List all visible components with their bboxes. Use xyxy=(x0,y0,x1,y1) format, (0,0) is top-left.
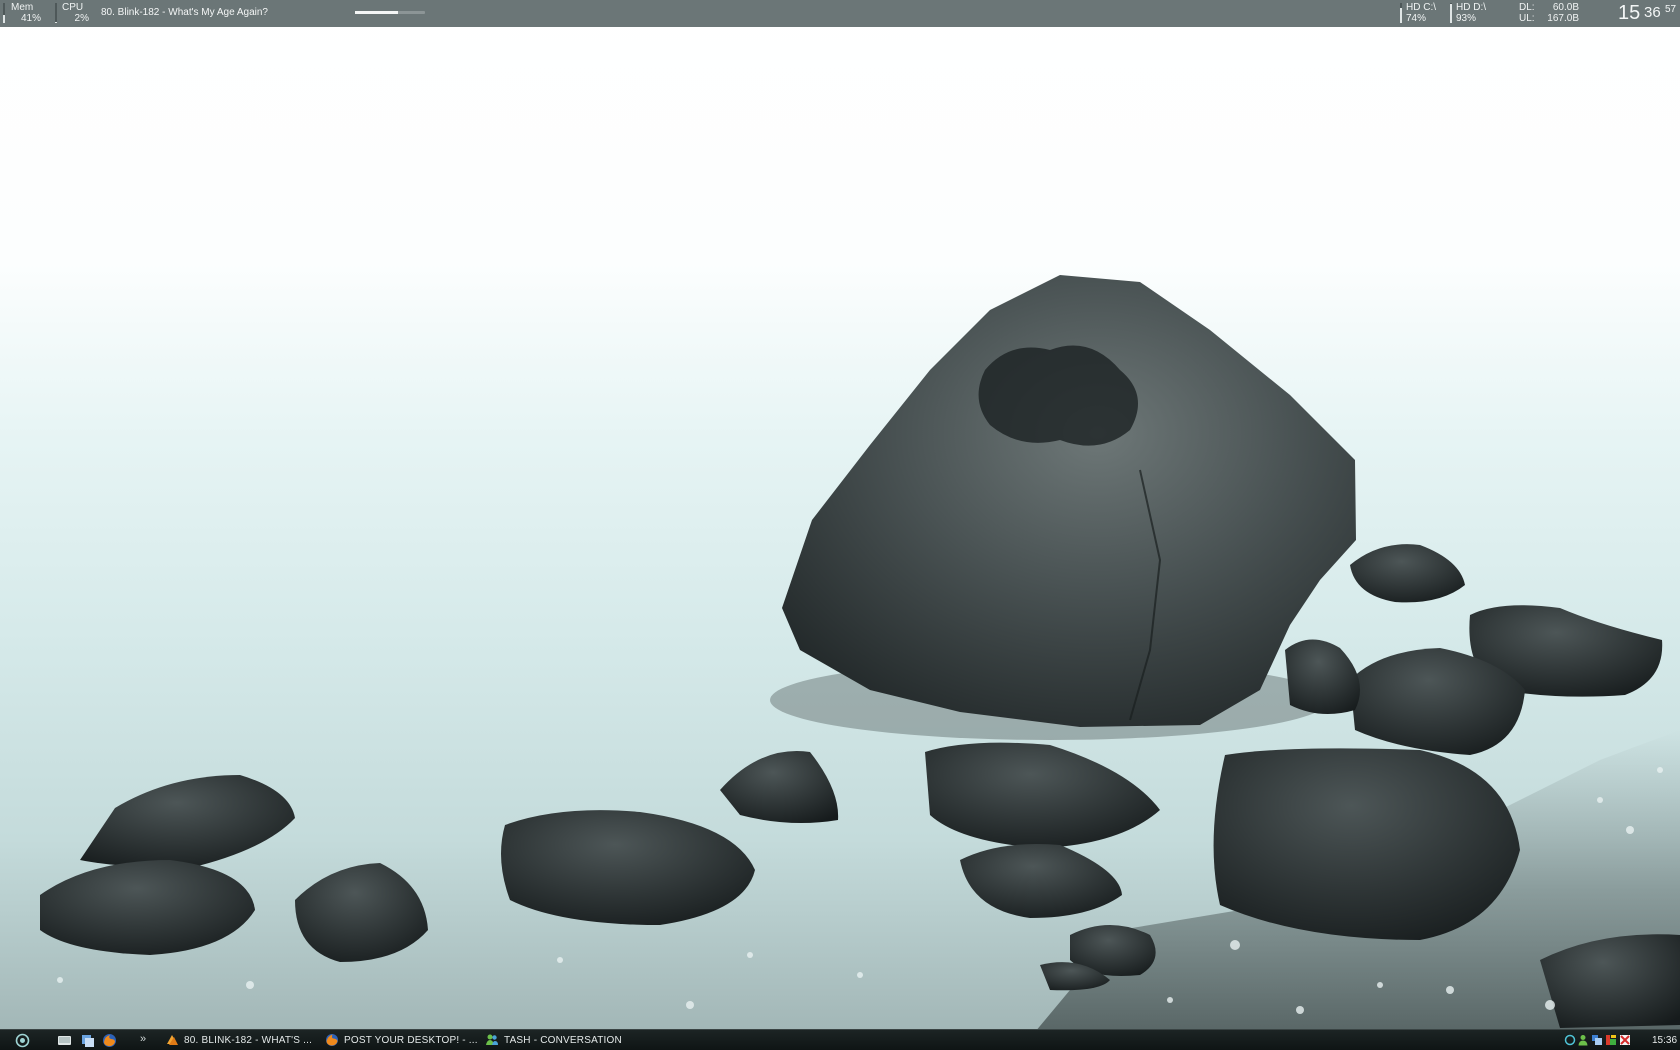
upload-label: UL: xyxy=(1519,13,1535,24)
hd-c-label: HD C:\ xyxy=(1406,2,1436,13)
firefox-icon xyxy=(326,1034,338,1046)
hd-c-meter: HD C:\ 74% xyxy=(1406,2,1436,24)
task-label: POST YOUR DESKTOP! - ... xyxy=(344,1035,478,1046)
task-label: 80. BLINK-182 - WHAT'S ... xyxy=(184,1035,313,1046)
mem-level-bar xyxy=(3,3,5,23)
download-value: 60.0B xyxy=(1552,2,1579,13)
upload-value: 167.0B xyxy=(1547,13,1579,24)
security-icon[interactable] xyxy=(1619,1034,1631,1046)
network-meter: DL: 60.0B UL: 167.0B xyxy=(1519,2,1579,24)
network-icon[interactable] xyxy=(1564,1034,1576,1046)
cpu-level-bar xyxy=(55,3,57,23)
track-progress-bar[interactable] xyxy=(355,11,425,14)
mem-meter: Mem 41% xyxy=(11,2,41,24)
hd-d-level-bar xyxy=(1450,3,1452,23)
window-switcher-icon[interactable] xyxy=(80,1033,95,1048)
color-blocks-icon[interactable] xyxy=(1605,1034,1617,1046)
hd-d-value: 93% xyxy=(1456,13,1477,24)
now-playing-title[interactable]: 80. Blink-182 - What's My Age Again? xyxy=(101,7,268,18)
wallpaper xyxy=(0,0,1680,1050)
clock-minutes: 36 xyxy=(1644,4,1661,21)
firefox-icon[interactable] xyxy=(102,1033,117,1048)
taskbar: » 80. BLINK-182 - WHAT'S ... POST YOUR D… xyxy=(0,1029,1680,1050)
mem-label: Mem xyxy=(11,2,34,13)
show-desktop-icon[interactable] xyxy=(57,1033,72,1048)
hd-c-value: 74% xyxy=(1406,13,1427,24)
task-label: TASH - CONVERSATION xyxy=(504,1035,622,1046)
display-icon[interactable] xyxy=(1591,1034,1603,1046)
system-monitor-bar: Mem 41% CPU 2% 80. Blink-182 - What's My… xyxy=(0,0,1680,27)
desktop[interactable]: Mem 41% CPU 2% 80. Blink-182 - What's My… xyxy=(0,0,1680,1050)
download-label: DL: xyxy=(1519,2,1535,13)
clock-seconds: 57 xyxy=(1665,4,1677,15)
clock-hours: 15 xyxy=(1618,2,1641,24)
messenger-status-icon[interactable] xyxy=(1577,1034,1589,1046)
messenger-icon xyxy=(486,1034,498,1045)
hd-d-meter: HD D:\ 93% xyxy=(1456,2,1486,24)
hd-c-level-bar xyxy=(1400,3,1402,23)
quicklaunch-overflow-chevron[interactable]: » xyxy=(140,1033,146,1045)
cpu-value: 2% xyxy=(74,13,89,24)
cpu-meter: CPU 2% xyxy=(62,2,89,24)
cpu-label: CPU xyxy=(62,2,84,13)
mem-value: 41% xyxy=(20,13,41,24)
start-orb-icon[interactable] xyxy=(15,1033,30,1048)
taskbar-clock[interactable]: 15:36 xyxy=(1652,1030,1677,1050)
winamp-icon xyxy=(167,1035,178,1045)
hd-d-label: HD D:\ xyxy=(1456,2,1486,13)
